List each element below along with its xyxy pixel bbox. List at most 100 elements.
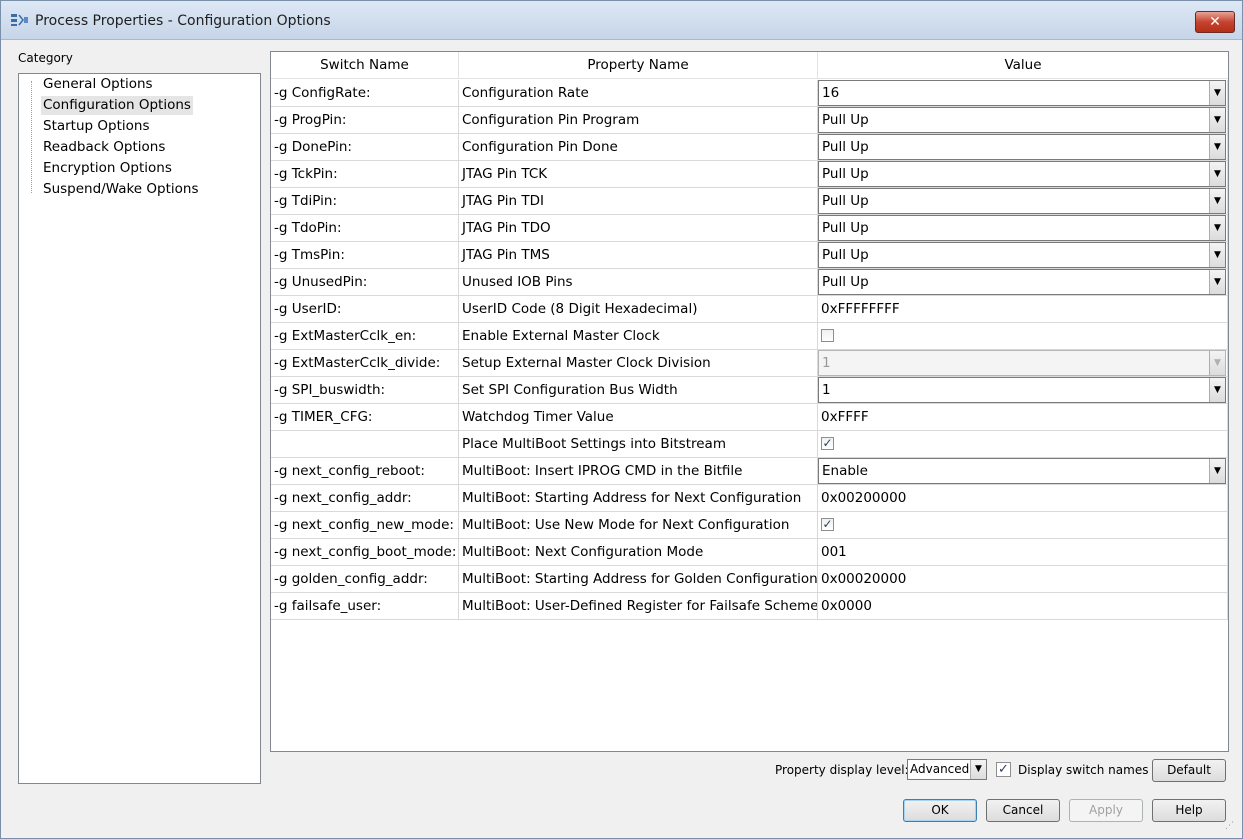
property-name-cell: JTAG Pin TDI bbox=[459, 188, 818, 215]
value-cell: Pull Up ▼ bbox=[818, 242, 1228, 269]
table-row[interactable]: -g ConfigRate: Configuration Rate 16 ▼ bbox=[271, 80, 1228, 107]
table-row[interactable]: -g SPI_buswidth: Set SPI Configuration Bu… bbox=[271, 377, 1228, 404]
value-cell: 16 ▼ bbox=[818, 80, 1228, 107]
ok-button[interactable]: OK bbox=[903, 799, 977, 822]
cancel-button[interactable]: Cancel bbox=[986, 799, 1060, 822]
help-button[interactable]: Help bbox=[1152, 799, 1226, 822]
switch-name-cell: -g next_config_reboot: bbox=[271, 458, 459, 485]
table-row[interactable]: -g ExtMasterCclk_divide: Setup External M… bbox=[271, 350, 1228, 377]
table-row[interactable]: -g ProgPin: Configuration Pin Program Pull… bbox=[271, 107, 1228, 134]
default-button[interactable]: Default bbox=[1152, 759, 1226, 782]
chevron-down-icon: ▼ bbox=[1209, 81, 1225, 105]
dropdown-value: Pull Up bbox=[822, 247, 869, 263]
value-dropdown[interactable]: 1 ▼ bbox=[818, 377, 1226, 403]
chevron-down-icon: ▼ bbox=[1209, 459, 1225, 483]
dropdown-value: Pull Up bbox=[822, 139, 869, 155]
table-row[interactable]: -g next_config_reboot: MultiBoot: Insert … bbox=[271, 458, 1228, 485]
value-dropdown[interactable]: Pull Up ▼ bbox=[818, 188, 1226, 214]
property-name-cell: MultiBoot: Starting Address for Golden C… bbox=[459, 566, 818, 593]
chevron-down-icon: ▼ bbox=[1209, 108, 1225, 132]
table-row[interactable]: -g TdoPin: JTAG Pin TDO Pull Up ▼ bbox=[271, 215, 1228, 242]
value-dropdown[interactable]: Pull Up ▼ bbox=[818, 107, 1226, 133]
switch-name-cell: -g TdiPin: bbox=[271, 188, 459, 215]
table-row[interactable]: -g next_config_boot_mode: MultiBoot: Next… bbox=[271, 539, 1228, 566]
value-checkbox[interactable] bbox=[821, 329, 834, 342]
dropdown-value: Pull Up bbox=[822, 112, 869, 128]
close-button[interactable]: ✕ bbox=[1195, 11, 1235, 33]
table-row[interactable]: -g TckPin: JTAG Pin TCK Pull Up ▼ bbox=[271, 161, 1228, 188]
value-cell[interactable]: 0x00200000 bbox=[818, 485, 1228, 512]
switch-name-cell: -g golden_config_addr: bbox=[271, 566, 459, 593]
switch-name-cell: -g ExtMasterCclk_divide: bbox=[271, 350, 459, 377]
value-checkbox[interactable]: ✓ bbox=[821, 437, 834, 450]
chevron-down-icon: ▼ bbox=[1209, 189, 1225, 213]
table-row[interactable]: -g next_config_new_mode: MultiBoot: Use N… bbox=[271, 512, 1228, 539]
display-switch-names-checkbox[interactable]: ✓ bbox=[996, 762, 1011, 777]
property-name-cell: Configuration Pin Done bbox=[459, 134, 818, 161]
category-item[interactable]: Readback Options bbox=[41, 138, 167, 157]
value-checkbox[interactable]: ✓ bbox=[821, 518, 834, 531]
property-name-cell: JTAG Pin TCK bbox=[459, 161, 818, 188]
table-row[interactable]: -g UserID: UserID Code (8 Digit Hexadecim… bbox=[271, 296, 1228, 323]
value-dropdown[interactable]: 16 ▼ bbox=[818, 80, 1226, 106]
property-name-cell: MultiBoot: Use New Mode for Next Configu… bbox=[459, 512, 818, 539]
header-switch-name[interactable]: Switch Name bbox=[271, 52, 459, 79]
category-item[interactable]: General Options bbox=[41, 75, 155, 94]
chevron-down-icon: ▼ bbox=[1209, 216, 1225, 240]
property-name-cell: Configuration Rate bbox=[459, 80, 818, 107]
category-item[interactable]: Startup Options bbox=[41, 117, 151, 136]
window-title: Process Properties - Configuration Optio… bbox=[35, 13, 331, 29]
chevron-down-icon: ▼ bbox=[1209, 135, 1225, 159]
table-row[interactable]: -g DonePin: Configuration Pin Done Pull Up… bbox=[271, 134, 1228, 161]
value-dropdown[interactable]: Pull Up ▼ bbox=[818, 269, 1226, 295]
properties-table[interactable]: Switch Name Property Name Value -g Confi… bbox=[270, 51, 1229, 752]
switch-name-cell: -g next_config_boot_mode: bbox=[271, 539, 459, 566]
value-cell bbox=[818, 323, 1228, 350]
table-row[interactable]: -g golden_config_addr: MultiBoot: Startin… bbox=[271, 566, 1228, 593]
table-row[interactable]: -g TdiPin: JTAG Pin TDI Pull Up ▼ bbox=[271, 188, 1228, 215]
property-name-cell: Unused IOB Pins bbox=[459, 269, 818, 296]
dropdown-value: Pull Up bbox=[822, 274, 869, 290]
dropdown-value: Pull Up bbox=[822, 166, 869, 182]
display-level-dropdown[interactable]: Advanced ▼ bbox=[907, 759, 987, 780]
value-cell[interactable]: 0xFFFF bbox=[818, 404, 1228, 431]
value-cell: Pull Up ▼ bbox=[818, 269, 1228, 296]
category-item[interactable]: Suspend/Wake Options bbox=[41, 180, 201, 199]
table-row[interactable]: -g ExtMasterCclk_en: Enable External Mast… bbox=[271, 323, 1228, 350]
apply-button[interactable]: Apply bbox=[1069, 799, 1143, 822]
category-item[interactable]: Configuration Options bbox=[41, 96, 193, 115]
value-cell[interactable]: 0xFFFFFFFF bbox=[818, 296, 1228, 323]
table-row[interactable]: Place MultiBoot Settings into Bitstream ✓ bbox=[271, 431, 1228, 458]
value-dropdown[interactable]: Pull Up ▼ bbox=[818, 134, 1226, 160]
switch-name-cell: -g TIMER_CFG: bbox=[271, 404, 459, 431]
chevron-down-icon: ▼ bbox=[970, 760, 986, 779]
table-row[interactable]: -g TIMER_CFG: Watchdog Timer Value 0xFFFF bbox=[271, 404, 1228, 431]
value-cell: 1 ▼ bbox=[818, 350, 1228, 377]
table-row[interactable]: -g next_config_addr: MultiBoot: Starting … bbox=[271, 485, 1228, 512]
property-name-cell: JTAG Pin TDO bbox=[459, 215, 818, 242]
value-dropdown[interactable]: 1 ▼ bbox=[818, 350, 1226, 376]
table-row[interactable]: -g UnusedPin: Unused IOB Pins Pull Up ▼ bbox=[271, 269, 1228, 296]
header-value[interactable]: Value bbox=[818, 52, 1228, 79]
value-dropdown[interactable]: Pull Up ▼ bbox=[818, 215, 1226, 241]
process-properties-icon bbox=[11, 14, 28, 26]
table-row[interactable]: -g TmsPin: JTAG Pin TMS Pull Up ▼ bbox=[271, 242, 1228, 269]
value-cell: Pull Up ▼ bbox=[818, 215, 1228, 242]
value-cell: 1 ▼ bbox=[818, 377, 1228, 404]
value-cell[interactable]: 001 bbox=[818, 539, 1228, 566]
value-dropdown[interactable]: Enable ▼ bbox=[818, 458, 1226, 484]
value-cell[interactable]: 0x00020000 bbox=[818, 566, 1228, 593]
value-dropdown[interactable]: Pull Up ▼ bbox=[818, 161, 1226, 187]
switch-name-cell: -g SPI_buswidth: bbox=[271, 377, 459, 404]
header-property-name[interactable]: Property Name bbox=[459, 52, 818, 79]
value-dropdown[interactable]: Pull Up ▼ bbox=[818, 242, 1226, 268]
property-name-cell: MultiBoot: Starting Address for Next Con… bbox=[459, 485, 818, 512]
resize-grip-icon[interactable]: ⋰ bbox=[1225, 821, 1234, 831]
value-cell[interactable]: 0x0000 bbox=[818, 593, 1228, 620]
dropdown-value: Pull Up bbox=[822, 220, 869, 236]
table-row[interactable]: -g failsafe_user: MultiBoot: User-Defined… bbox=[271, 593, 1228, 620]
dropdown-value: 16 bbox=[822, 85, 840, 101]
title-bar: Process Properties - Configuration Optio… bbox=[1, 1, 1242, 40]
category-item[interactable]: Encryption Options bbox=[41, 159, 174, 178]
switch-name-cell: -g TmsPin: bbox=[271, 242, 459, 269]
